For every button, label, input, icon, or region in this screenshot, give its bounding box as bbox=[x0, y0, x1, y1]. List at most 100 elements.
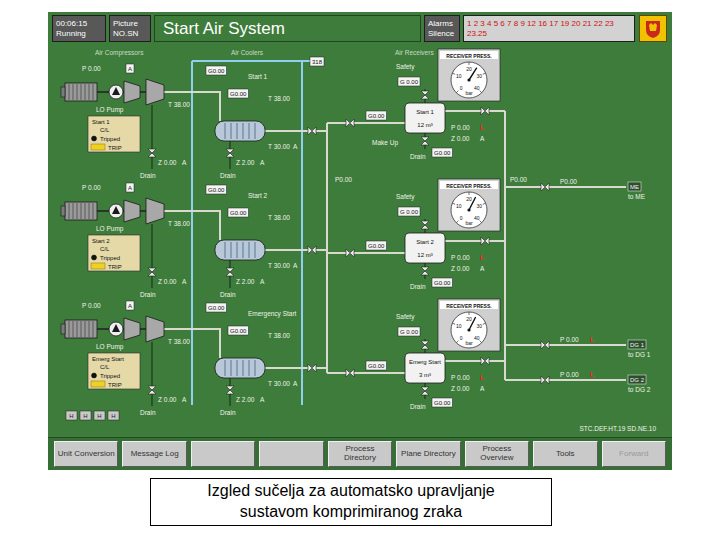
cooler-temp-mode: A bbox=[293, 380, 298, 387]
valve-icon[interactable] bbox=[308, 364, 316, 372]
valve-icon[interactable] bbox=[541, 341, 549, 349]
valve-icon[interactable] bbox=[148, 268, 156, 276]
pump-label: LO Pump bbox=[96, 343, 124, 351]
valve-icon[interactable] bbox=[421, 91, 429, 99]
consumer-pressure: P0.00 bbox=[560, 178, 577, 185]
status-panel[interactable]: Start 1C/LTrippedTRIP bbox=[88, 116, 140, 152]
gauge-tick bbox=[452, 203, 455, 204]
valve-icon[interactable] bbox=[226, 386, 234, 394]
valve-icon[interactable] bbox=[226, 268, 234, 276]
gauge-needle bbox=[469, 68, 477, 80]
motor-stripe bbox=[85, 84, 86, 100]
gauge-tick bbox=[483, 73, 486, 74]
valve-icon[interactable] bbox=[346, 249, 354, 257]
cooler-flow-out: G0.00 bbox=[230, 328, 247, 334]
gauge-tick bbox=[483, 323, 486, 324]
pipe bbox=[191, 61, 193, 405]
compressor-pressure: P 0.00 bbox=[82, 184, 101, 191]
valve-icon[interactable] bbox=[226, 149, 234, 157]
valve-icon[interactable] bbox=[148, 386, 156, 394]
valve-icon[interactable] bbox=[421, 387, 429, 395]
gauge-title-strip bbox=[440, 181, 498, 189]
alarm-list[interactable]: 1 2 3 4 5 6 7 8 9 12 16 17 19 20 21 22 2… bbox=[463, 15, 635, 42]
valve-icon[interactable] bbox=[481, 357, 489, 365]
receiver-temperature: Z 0.00 bbox=[451, 135, 470, 142]
cooler-tube bbox=[237, 242, 238, 258]
nav-button[interactable]: Forward bbox=[602, 441, 666, 467]
gauge-tick bbox=[469, 62, 470, 65]
pressure-mode: A bbox=[128, 185, 132, 191]
valve-icon[interactable] bbox=[421, 137, 429, 145]
valve-icon[interactable] bbox=[421, 267, 429, 275]
cooler-drain-label: Drain bbox=[220, 291, 236, 298]
motor-stripe bbox=[77, 84, 78, 100]
valve-icon[interactable] bbox=[308, 246, 316, 254]
h-button-frame[interactable] bbox=[66, 411, 77, 420]
motor-stripe bbox=[89, 203, 90, 219]
valve-icon[interactable] bbox=[148, 149, 156, 157]
nav-button[interactable]: Tools bbox=[533, 441, 597, 467]
gauge-title: RECEIVER PRESS. bbox=[446, 183, 492, 189]
drain-level: Z 0.00 bbox=[158, 396, 177, 403]
gauge-tick bbox=[452, 323, 455, 324]
pressure-mode: A bbox=[128, 66, 132, 72]
valve-icon[interactable] bbox=[481, 107, 489, 115]
valve-icon[interactable] bbox=[308, 127, 316, 135]
h-button[interactable]: H bbox=[94, 411, 105, 420]
valve-icon[interactable] bbox=[346, 119, 354, 127]
motor-stripe bbox=[77, 203, 78, 219]
nav-button[interactable]: Message Log bbox=[122, 441, 186, 467]
valve-icon[interactable] bbox=[541, 376, 549, 384]
consumer-destination: ME bbox=[630, 184, 639, 190]
trip-indicator bbox=[92, 255, 97, 260]
cooler-flow-out: G0.00 bbox=[230, 210, 247, 216]
gauge-unit: bar bbox=[465, 90, 473, 96]
safety-label: Safety bbox=[396, 193, 415, 201]
status-frame bbox=[88, 116, 140, 152]
nav-button[interactable] bbox=[191, 441, 255, 467]
h-button[interactable]: H bbox=[66, 411, 77, 420]
motor-icon bbox=[61, 320, 97, 338]
h-button-frame[interactable] bbox=[80, 411, 91, 420]
value-box bbox=[126, 183, 134, 192]
stage-2 bbox=[146, 316, 164, 342]
consumer-line: to DG 2 bbox=[628, 386, 651, 393]
valve-icon[interactable] bbox=[541, 183, 549, 191]
valve-icon[interactable] bbox=[346, 369, 354, 377]
cooler-flow-out-box: G0.00 bbox=[228, 326, 248, 335]
alarm-labels[interactable]: Alarms Silence bbox=[424, 15, 460, 42]
motor-icon bbox=[61, 202, 97, 220]
nav-button[interactable]: Process Overview bbox=[465, 441, 529, 467]
pipe bbox=[265, 249, 327, 251]
h-button-frame[interactable] bbox=[108, 411, 119, 420]
gauge-scale: 20 bbox=[466, 66, 472, 72]
status-panel[interactable]: Emerg StartC/LTrippedTRIP bbox=[88, 353, 140, 389]
picture-box[interactable]: Picture NO.SN bbox=[109, 15, 151, 42]
motor-cap bbox=[61, 206, 65, 216]
trip-label: TRIP bbox=[108, 264, 122, 270]
nav-button[interactable]: Unit Conversion bbox=[54, 441, 118, 467]
header-pressure: P0.00 bbox=[335, 176, 352, 183]
gauge-unit: bar bbox=[465, 340, 473, 346]
trip-indicator bbox=[92, 373, 97, 378]
motor-stripe bbox=[93, 203, 94, 219]
h-button[interactable]: H bbox=[80, 411, 91, 420]
cooler-temp-in: T 38.00 bbox=[268, 214, 290, 221]
stage-1 bbox=[124, 200, 140, 222]
h-button[interactable]: H bbox=[108, 411, 119, 420]
status-panel[interactable]: Start 2C/LTrippedTRIP bbox=[88, 235, 140, 271]
motor-stripe bbox=[85, 203, 86, 219]
title: Start Air System bbox=[163, 16, 285, 42]
trip-bar bbox=[91, 381, 105, 387]
valve-icon[interactable] bbox=[481, 237, 489, 245]
valve-icon[interactable] bbox=[421, 221, 429, 229]
h-button-label: H bbox=[69, 413, 73, 419]
h-button-frame[interactable] bbox=[94, 411, 105, 420]
gauge-scale: 0 bbox=[460, 335, 463, 341]
drain-label: Drain bbox=[140, 291, 156, 298]
cooler-temp-out: T 30.00 bbox=[268, 380, 290, 387]
valve-icon[interactable] bbox=[421, 341, 429, 349]
nav-button[interactable]: Plane Directory bbox=[396, 441, 460, 467]
nav-button[interactable]: Process Directory bbox=[328, 441, 392, 467]
nav-button[interactable] bbox=[259, 441, 323, 467]
